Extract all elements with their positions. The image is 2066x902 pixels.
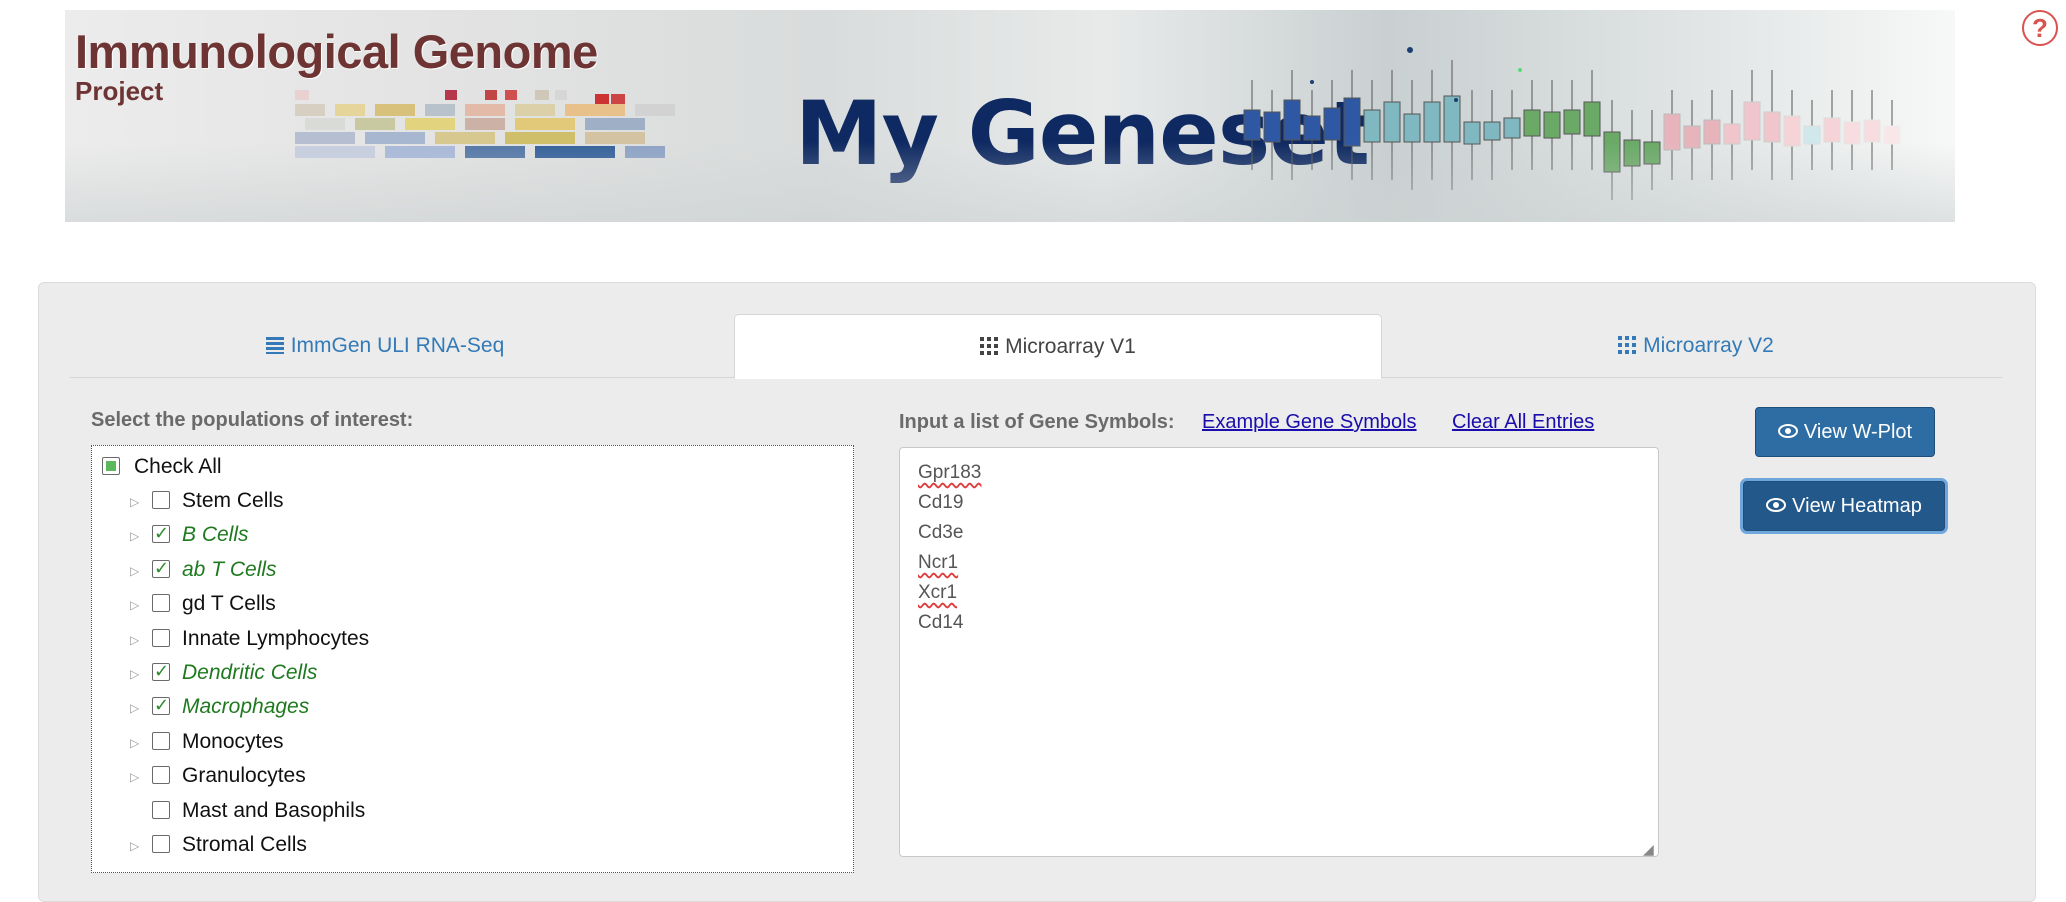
resize-grip-icon[interactable]: ◢ (1643, 841, 1654, 858)
expand-toggle-icon[interactable]: ▷ (130, 762, 144, 792)
population-label[interactable]: Innate Lymphocytes (182, 624, 369, 654)
gene-symbol-line: Cd19 (918, 492, 964, 513)
eye-icon (1777, 408, 1798, 456)
population-tree: Check All ▷ Stem Cells ▷ B Cells ▷ ab T Cells… (91, 445, 854, 873)
brand-title: Immunological Genome (75, 25, 598, 78)
population-checkbox[interactable] (152, 553, 170, 583)
population-label[interactable]: Dendritic Cells (182, 658, 317, 688)
tree-row: ▷ Stem Cells (92, 486, 853, 516)
population-checkbox[interactable] (152, 766, 170, 785)
population-checkbox[interactable] (152, 835, 170, 853)
check-all-checkbox[interactable] (102, 457, 120, 475)
population-label[interactable]: Stem Cells (182, 486, 284, 516)
view-heatmap-button[interactable]: View Heatmap (1743, 481, 1945, 531)
tree-row: ▷ Macrophages (92, 690, 853, 723)
eye-icon (1766, 482, 1787, 530)
population-checkbox[interactable] (152, 800, 170, 819)
gene-symbol-line: Cd3e (918, 522, 964, 543)
tree-row: ▷ Granulocytes (92, 761, 853, 791)
clear-all-entries-link[interactable]: Clear All Entries (1452, 411, 1594, 434)
tree-row: ▷ Innate Lymphocytes (92, 624, 853, 654)
list-icon (265, 316, 284, 380)
population-label[interactable]: Monocytes (182, 727, 284, 757)
gene-symbol-line: Cd14 (918, 612, 964, 633)
population-label[interactable]: Granulocytes (182, 761, 306, 791)
tab-immgen-uli-rna-seq[interactable]: ImmGen ULI RNA-Seq (70, 314, 700, 378)
tab-label: Microarray V2 (1643, 334, 1774, 357)
gene-symbol-line: Xcr1 (918, 582, 958, 603)
population-checkbox[interactable] (152, 628, 170, 647)
tree-row: ▷ Monocytes (92, 727, 853, 757)
population-checkbox[interactable] (152, 656, 170, 686)
grid-icon (1618, 316, 1637, 380)
population-label[interactable]: Macrophages (182, 692, 309, 722)
tree-row: ▷ Stromal Cells (92, 830, 853, 860)
tab-label: Microarray V1 (1005, 335, 1136, 358)
tree-row: ▷ B Cells (92, 518, 853, 551)
tab-microarray-v2[interactable]: Microarray V2 (1390, 314, 2002, 378)
tree-row: ▷ gd T Cells (92, 589, 853, 619)
population-label[interactable]: Mast and Basophils (182, 796, 365, 826)
expand-toggle-icon[interactable]: ▷ (130, 728, 144, 758)
help-icon[interactable]: ? (2022, 10, 2058, 46)
population-checkbox[interactable] (152, 731, 170, 750)
view-wplot-button[interactable]: View W-Plot (1755, 407, 1935, 457)
expand-toggle-icon[interactable]: ▷ (130, 556, 144, 586)
populations-label: Select the populations of interest: (91, 409, 414, 431)
gene-symbol-line: Gpr183 (918, 462, 982, 483)
expand-toggle-icon[interactable]: ▷ (130, 693, 144, 723)
population-checkbox[interactable] (152, 690, 170, 720)
grid-icon (980, 317, 999, 381)
population-label[interactable]: Stromal Cells (182, 830, 307, 860)
expand-toggle-icon[interactable]: ▷ (130, 625, 144, 655)
tab-label: ImmGen ULI RNA-Seq (290, 334, 505, 357)
tree-row: ▷ ab T Cells (92, 553, 853, 586)
gene-symbols-textarea[interactable]: Gpr183 Cd19 Cd3e Ncr1 Xcr1 Cd14 (899, 447, 1659, 857)
tree-row: Mast and Basophils (92, 796, 853, 826)
population-label[interactable]: B Cells (182, 520, 249, 550)
expand-toggle-icon[interactable]: ▷ (130, 487, 144, 517)
dataset-tabs: ImmGen ULI RNA-Seq Microarray V1 Microar… (70, 314, 2002, 379)
population-checkbox[interactable] (152, 518, 170, 548)
tab-microarray-v1[interactable]: Microarray V1 (734, 314, 1382, 379)
expand-toggle-icon[interactable]: ▷ (130, 659, 144, 689)
population-checkbox[interactable] (152, 491, 170, 509)
example-gene-symbols-link[interactable]: Example Gene Symbols (1202, 411, 1417, 434)
view-wplot-label: View W-Plot (1803, 421, 1913, 443)
check-all-label[interactable]: Check All (134, 452, 222, 482)
expand-toggle-icon[interactable]: ▷ (130, 521, 144, 551)
gene-symbol-line: Ncr1 (918, 552, 959, 573)
expand-toggle-icon[interactable]: ▷ (130, 590, 144, 620)
geneset-panel: ImmGen ULI RNA-Seq Microarray V1 Microar… (38, 282, 2036, 902)
brand-subtitle: Project (75, 76, 164, 106)
population-label[interactable]: gd T Cells (182, 589, 276, 619)
view-heatmap-label: View Heatmap (1792, 495, 1922, 517)
gene-input-label: Input a list of Gene Symbols: (899, 411, 1175, 433)
expand-toggle-icon[interactable]: ▷ (130, 831, 144, 861)
header-banner: Immunological Genome Project My Geneset (65, 10, 1955, 222)
population-label[interactable]: ab T Cells (182, 555, 277, 585)
tree-row: ▷ Dendritic Cells (92, 656, 853, 689)
tree-row-check-all: Check All (92, 452, 853, 482)
population-checkbox[interactable] (152, 594, 170, 613)
